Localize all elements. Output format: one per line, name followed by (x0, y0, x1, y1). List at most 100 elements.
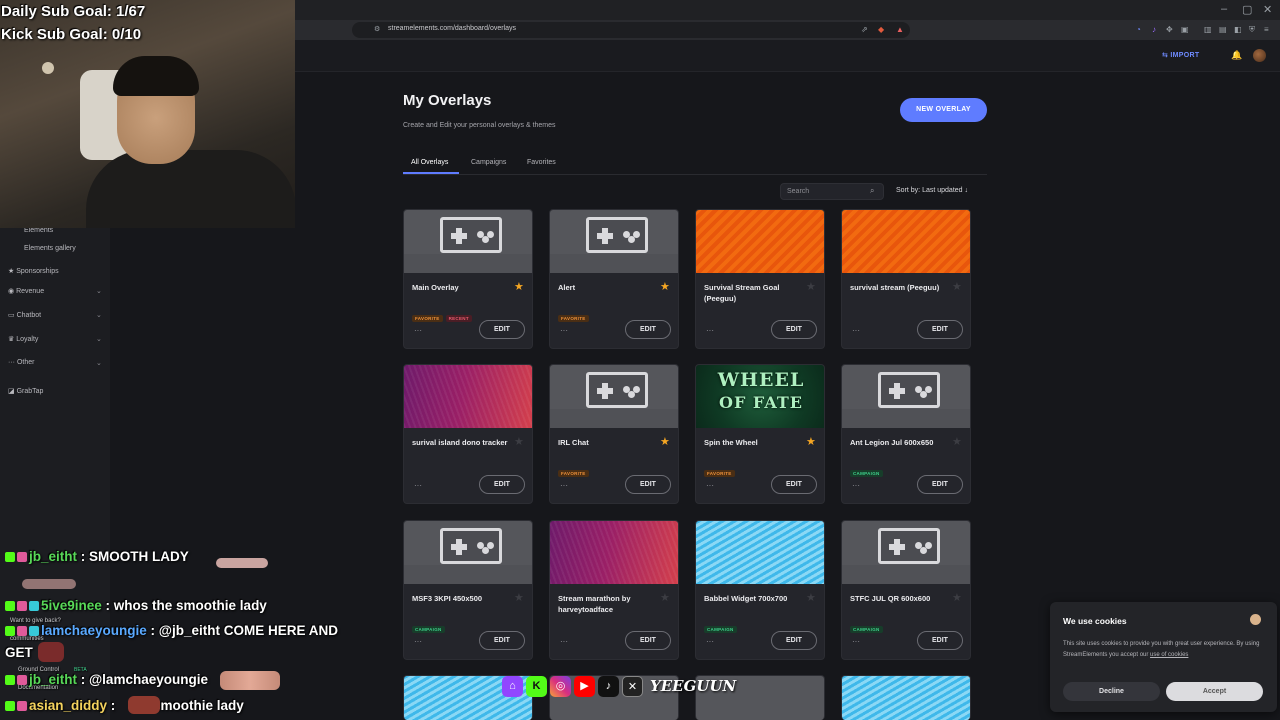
edit-button[interactable]: EDIT (917, 631, 963, 650)
more-options-icon[interactable]: ··· (852, 637, 860, 646)
favorite-star-icon[interactable]: ★ (514, 591, 524, 604)
leo-icon[interactable]: ◧ (1234, 25, 1242, 34)
search-icon[interactable]: ⌕ (870, 186, 874, 196)
extension-icon[interactable]: ▣ (1181, 25, 1189, 34)
more-options-icon[interactable]: ··· (560, 637, 568, 646)
maximize-button[interactable]: ▢ (1242, 3, 1252, 16)
favorite-star-icon[interactable]: ★ (806, 591, 816, 604)
edit-button[interactable]: EDIT (625, 631, 671, 650)
edit-button[interactable]: EDIT (917, 320, 963, 339)
user-avatar[interactable] (1253, 49, 1266, 62)
overlay-thumbnail[interactable] (842, 521, 970, 584)
chevron-down-icon[interactable]: ⌄ (96, 311, 102, 319)
overlay-thumbnail[interactable] (404, 521, 532, 584)
notifications-bell-icon[interactable]: 🔔 (1231, 50, 1242, 61)
sidebar-item-loyalty[interactable]: ♛ Loyalty (8, 335, 38, 343)
favorite-star-icon[interactable]: ★ (514, 435, 524, 448)
more-options-icon[interactable]: ··· (852, 326, 860, 335)
edit-button[interactable]: EDIT (479, 631, 525, 650)
favorite-star-icon[interactable]: ★ (660, 280, 670, 293)
overlay-card[interactable]: Alert ★ FAVORITE ··· EDIT (549, 209, 679, 349)
share-icon[interactable]: ⇗ (861, 25, 868, 34)
site-settings-icon[interactable]: ⚙ (374, 25, 380, 33)
tab-all-overlays[interactable]: All Overlays (411, 159, 448, 166)
more-options-icon[interactable]: ··· (414, 326, 422, 335)
overlay-card[interactable]: Babbel Widget 700x700 ★ CAMPAIGN ··· EDIT (695, 520, 825, 660)
overlay-thumbnail[interactable] (550, 521, 678, 584)
chevron-down-icon[interactable]: ⌄ (96, 287, 102, 295)
more-options-icon[interactable]: ··· (414, 637, 422, 646)
favorite-star-icon[interactable]: ★ (952, 280, 962, 293)
favorite-star-icon[interactable]: ★ (952, 435, 962, 448)
favorite-star-icon[interactable]: ★ (806, 435, 816, 448)
extensions-puzzle-icon[interactable]: ✥ (1166, 25, 1173, 34)
edit-button[interactable]: EDIT (625, 475, 671, 494)
close-window-button[interactable]: ✕ (1263, 3, 1272, 16)
import-button[interactable]: ⇆ IMPORT (1162, 51, 1199, 59)
accept-button[interactable]: Accept (1166, 682, 1263, 701)
sidebar-item-elements-gallery[interactable]: Elements gallery (24, 245, 76, 252)
chevron-down-icon[interactable]: ⌄ (96, 359, 102, 367)
overlay-card[interactable]: WHEEL OF FATE Spin the Wheel ★ FAVORITE ··· ED… (695, 364, 825, 504)
more-options-icon[interactable]: ··· (852, 481, 860, 490)
overlay-card[interactable]: Stream marathon by harveytoadface ★ ··· EDI… (549, 520, 679, 660)
overlay-thumbnail[interactable] (404, 365, 532, 428)
overlay-card[interactable]: Ant Legion Jul 600x650 ★ CAMPAIGN ··· EDIT (841, 364, 971, 504)
favorite-star-icon[interactable]: ★ (660, 591, 670, 604)
overlay-thumbnail[interactable] (842, 210, 970, 273)
vpn-icon[interactable]: ⛨ (1249, 25, 1255, 35)
overlay-thumbnail[interactable] (696, 521, 824, 584)
more-options-icon[interactable]: ··· (560, 326, 568, 335)
edit-button[interactable]: EDIT (479, 320, 525, 339)
favorite-star-icon[interactable]: ★ (806, 280, 816, 293)
extension-wallet-icon[interactable]: ◔ (1136, 25, 1141, 34)
favorite-star-icon[interactable]: ★ (514, 280, 524, 293)
favorite-star-icon[interactable]: ★ (660, 435, 670, 448)
edit-button[interactable]: EDIT (771, 320, 817, 339)
overlay-thumbnail[interactable]: WHEEL OF FATE (696, 365, 824, 428)
minimize-button[interactable]: – (1221, 3, 1227, 15)
chevron-down-icon[interactable]: ⌄ (96, 335, 102, 343)
overlay-thumbnail[interactable] (550, 365, 678, 428)
more-options-icon[interactable]: ··· (706, 637, 714, 646)
menu-icon[interactable]: ≡ (1264, 25, 1269, 34)
more-options-icon[interactable]: ··· (706, 481, 714, 490)
tab-campaigns[interactable]: Campaigns (471, 159, 506, 166)
sort-dropdown[interactable]: Sort by: Last updated ↓ (896, 187, 968, 194)
favorite-star-icon[interactable]: ★ (952, 591, 962, 604)
edit-button[interactable]: EDIT (771, 631, 817, 650)
overlay-card[interactable]: IRL Chat ★ FAVORITE ··· EDIT (549, 364, 679, 504)
overlay-card[interactable]: MSF3 3KPI 450x500 ★ CAMPAIGN ··· EDIT (403, 520, 533, 660)
overlay-card-partial[interactable] (841, 675, 971, 720)
overlay-card[interactable]: Survival Stream Goal (Peeguu) ★ ··· EDIT (695, 209, 825, 349)
sidebar-item-sponsorships[interactable]: ★ Sponsorships (8, 267, 59, 275)
brave-shield-icon[interactable]: ◆ (878, 25, 884, 34)
overlay-card[interactable]: survival stream (Peeguu) ★ ··· EDIT (841, 209, 971, 349)
more-options-icon[interactable]: ··· (706, 326, 714, 335)
edit-button[interactable]: EDIT (771, 475, 817, 494)
edit-button[interactable]: EDIT (625, 320, 671, 339)
cookie-policy-link[interactable]: use of cookies (1150, 652, 1188, 658)
sidebar-item-chatbot[interactable]: ▭ Chatbot (8, 311, 41, 319)
sidebar-item-grabtap[interactable]: ◪ GrabTap (8, 387, 43, 395)
sidebar-toggle-icon[interactable]: ▥ (1204, 25, 1212, 34)
overlay-thumbnail[interactable] (696, 210, 824, 273)
sidebar-item-other[interactable]: ··· Other (8, 359, 34, 366)
overlay-thumbnail[interactable] (550, 210, 678, 273)
tab-favorites[interactable]: Favorites (527, 159, 556, 166)
more-options-icon[interactable]: ··· (414, 481, 422, 490)
wallet-icon[interactable]: ▤ (1219, 25, 1227, 34)
sidebar-item-elements[interactable]: Elements (24, 227, 53, 234)
edit-button[interactable]: EDIT (917, 475, 963, 494)
overlay-card[interactable]: Main Overlay ★ FAVORITE RECENT ··· EDIT (403, 209, 533, 349)
overlay-card[interactable]: STFC JUL QR 600x600 ★ CAMPAIGN ··· EDIT (841, 520, 971, 660)
overlay-thumbnail[interactable] (404, 210, 532, 273)
edit-button[interactable]: EDIT (479, 475, 525, 494)
decline-button[interactable]: Decline (1063, 682, 1160, 701)
new-overlay-button[interactable]: NEW OVERLAY (900, 98, 987, 122)
url-text[interactable]: streamelements.com/dashboard/overlays (388, 25, 516, 32)
overlay-thumbnail[interactable] (842, 365, 970, 428)
more-options-icon[interactable]: ··· (560, 481, 568, 490)
overlay-card[interactable]: surival island dono tracker ★ ··· EDIT (403, 364, 533, 504)
extension-twitch-icon[interactable]: ♪ (1152, 25, 1156, 34)
